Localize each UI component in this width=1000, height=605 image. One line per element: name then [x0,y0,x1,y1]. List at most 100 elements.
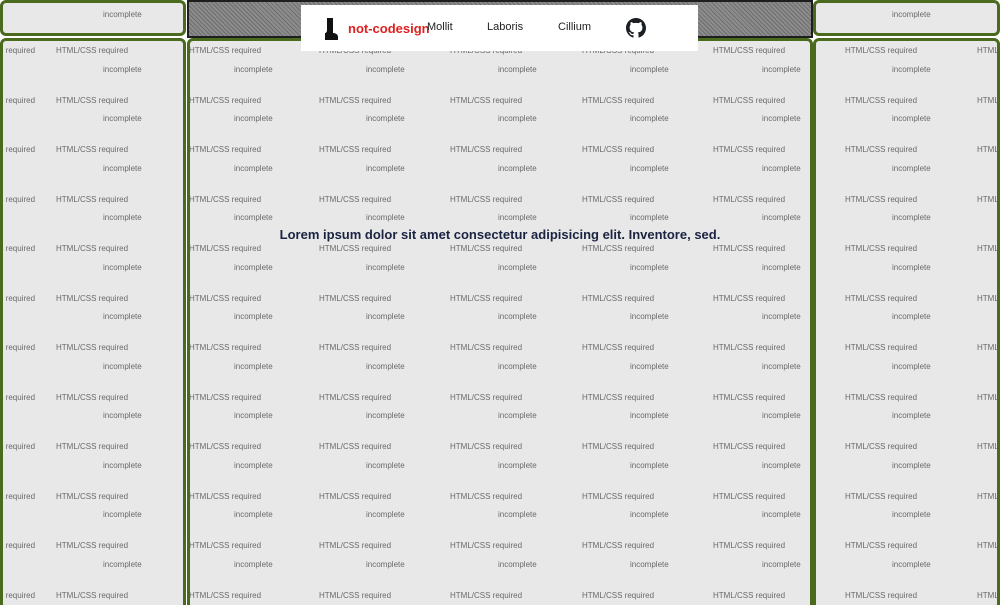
placeholder-status: incomplete [762,64,801,74]
placeholder-status: incomplete [892,312,931,321]
placeholder-status: incomplete [630,510,669,519]
placeholder-status: incomplete [762,213,801,222]
placeholder-required-label: HTML/CSS required [56,95,129,105]
placeholder-required-label: HTML/CSS required [582,244,655,253]
placeholder-required-label: HTML/CSS required [582,194,655,204]
placeholder-required-label: HTML/CSS required [713,392,786,402]
placeholder-status: incomplete [366,361,405,371]
placeholder-required-label: HTML/CSS required [582,145,655,154]
placeholder-required-label: HTML/CSS required [845,392,918,402]
boot-icon[interactable] [323,18,339,40]
hero-heading: Lorem ipsum dolor sit amet consectetur a… [279,227,721,242]
placeholder-required-label: HTML/CSS required [582,392,655,402]
nav-link-laboris[interactable]: Laboris [487,21,523,33]
placeholder-required-label: HTML/CSS required [582,95,655,105]
placeholder-required-label: HTML/CSS required [450,293,523,303]
placeholder-status: incomplete [103,559,142,569]
placeholder-status: incomplete [762,361,801,371]
placeholder-status: incomplete [498,510,537,519]
nav-link-cillium[interactable]: Cillium [558,21,591,33]
placeholder-required-label: HTML/CSS required [845,46,918,55]
placeholder-required-label: HTML/CSS required [189,46,262,55]
placeholder-required-label: HTML/CSS required [319,95,392,105]
placeholder-status: incomplete [366,262,405,272]
placeholder-required-label: HTML/CSS required [713,145,786,154]
placeholder-box-right: HTML/CSS required HTML/CSS required incomp… [813,38,1000,605]
placeholder-required-label: HTML/CSS required [189,244,262,253]
placeholder-status: incomplete [234,312,273,321]
placeholder-required-label: HTML/CSS required [3,145,36,154]
placeholder-required-label: HTML/CSS required [3,46,36,55]
placeholder-required-label: HTML/CSS required [56,491,129,501]
placeholder-status: incomplete [630,559,669,569]
placeholder-required-label: HTML/CSS required [450,244,523,253]
placeholder-status: incomplete [892,163,931,173]
placeholder-required-label: HTML/CSS required [56,293,129,303]
placeholder-required-label: HTML/CSS required [450,491,523,501]
placeholder-required-label: HTML/CSS required [977,392,999,402]
placeholder-required-label: HTML/CSS required [450,95,523,105]
placeholder-required-label: HTML/CSS required [319,442,392,451]
top-navigation: not-codesign Mollit Laboris Cillium [301,5,698,51]
placeholder-status: incomplete [498,163,537,173]
placeholder-status: incomplete [366,163,405,173]
placeholder-status: incomplete [630,163,669,173]
brand-name[interactable]: not-codesign [348,21,430,36]
placeholder-status: incomplete [366,460,405,470]
placeholder-required-label: HTML/CSS required [450,442,523,451]
placeholder-status: incomplete [892,411,931,420]
placeholder-required-label: HTML/CSS required [56,194,129,204]
placeholder-required-label: HTML/CSS required [319,392,392,402]
placeholder-required-label: HTML/CSS required [3,590,36,600]
placeholder-required-label: HTML/CSS required [189,95,262,105]
placeholder-required-label: HTML/CSS required [450,541,523,550]
placeholder-required-label: HTML/CSS required [713,95,786,105]
placeholder-required-label: HTML/CSS required [3,491,36,501]
github-icon[interactable] [626,18,646,38]
placeholder-status: incomplete [630,460,669,470]
placeholder-status: incomplete [892,559,931,569]
placeholder-status: incomplete [234,262,273,272]
placeholder-status: incomplete [366,411,405,420]
placeholder-required-label: HTML/CSS required [56,343,129,352]
placeholder-status: incomplete [498,411,537,420]
placeholder-status: incomplete [762,262,801,272]
placeholder-required-label: HTML/CSS required [3,293,36,303]
placeholder-status: incomplete [498,559,537,569]
placeholder-required-label: HTML/CSS required [319,541,392,550]
placeholder-required-label: HTML/CSS required [977,95,999,105]
placeholder-required-label: HTML/CSS required [56,590,129,600]
placeholder-required-label: HTML/CSS required [189,293,262,303]
placeholder-status: incomplete [103,361,142,371]
placeholder-status: incomplete [234,114,273,123]
placeholder-box-center: HTML/CSS required HTML/CSS required HTML/C… [187,38,813,605]
placeholder-required-label: HTML/CSS required [845,343,918,352]
placeholder-status: incomplete [762,411,801,420]
placeholder-required-label: HTML/CSS required [189,145,262,154]
placeholder-required-label: HTML/CSS required [450,392,523,402]
placeholder-status: incomplete [762,114,801,123]
placeholder-required-label: HTML/CSS required [713,46,786,55]
placeholder-required-label: HTML/CSS required [319,293,392,303]
placeholder-status: incomplete [762,460,801,470]
placeholder-required-label: HTML/CSS required [3,343,36,352]
placeholder-required-label: HTML/CSS required [845,442,918,451]
placeholder-required-label: HTML/CSS required [450,343,523,352]
placeholder-required-label: HTML/CSS required [319,145,392,154]
placeholder-required-label: HTML/CSS required [56,244,129,253]
placeholder-required-label: HTML/CSS required [582,343,655,352]
placeholder-required-label: HTML/CSS required [56,46,129,55]
placeholder-status: incomplete [366,213,405,222]
placeholder-required-label: HTML/CSS required [977,442,999,451]
placeholder-status: incomplete [103,163,142,173]
placeholder-status: incomplete [234,213,273,222]
placeholder-required-label: HTML/CSS required [56,541,129,550]
placeholder-required-label: HTML/CSS required [977,145,999,154]
placeholder-required-label: HTML/CSS required [582,293,655,303]
placeholder-box-left: HTML/CSS required HTML/CSS required incomp… [0,38,186,605]
placeholder-status: incomplete [892,114,931,123]
nav-link-mollit[interactable]: Mollit [427,21,453,33]
placeholder-status: incomplete [366,510,405,519]
placeholder-required-label: HTML/CSS required [189,442,262,451]
placeholder-required-label: HTML/CSS required [189,343,262,352]
